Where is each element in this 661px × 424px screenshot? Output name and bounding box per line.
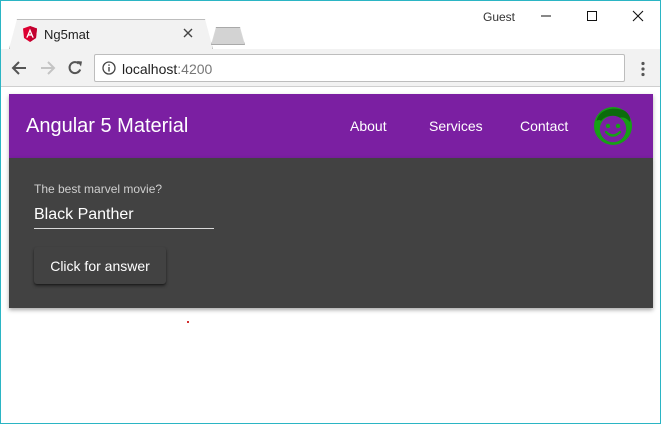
kebab-menu-icon	[641, 61, 645, 77]
reload-button[interactable]	[64, 57, 86, 79]
tab-close-icon[interactable]	[181, 25, 195, 41]
info-icon[interactable]	[102, 61, 116, 75]
new-tab-button[interactable]	[212, 28, 244, 44]
nav-link-services[interactable]: Services	[429, 118, 483, 134]
movie-input[interactable]	[34, 201, 214, 229]
page-viewport: Angular 5 Material About Services Contac…	[1, 88, 660, 423]
close-window-button[interactable]	[615, 3, 660, 29]
tab-title: Ng5mat	[44, 27, 90, 42]
url-text[interactable]: localhost:4200	[122, 61, 212, 77]
close-icon	[632, 10, 644, 22]
address-bar[interactable]: localhost:4200	[94, 54, 625, 82]
minimize-button[interactable]	[523, 3, 569, 29]
back-button[interactable]	[8, 57, 30, 79]
browser-menu-button[interactable]	[633, 58, 653, 80]
app-toolbar: Angular 5 Material About Services Contac…	[9, 94, 653, 158]
browser-window: Ng5mat Guest localhost:4200 Angular 5 Ma…	[0, 0, 661, 424]
minimize-icon	[541, 15, 551, 17]
reload-icon	[68, 61, 82, 75]
maximize-icon	[587, 11, 597, 21]
nav-link-about[interactable]: About	[350, 118, 387, 134]
profile-label[interactable]: Guest	[483, 10, 515, 24]
title-bar: Ng5mat Guest	[1, 1, 660, 50]
forward-button[interactable]	[37, 57, 59, 79]
answer-button[interactable]: Click for answer	[34, 247, 166, 284]
question-card: The best marvel movie? Click for answer	[9, 158, 653, 308]
maximize-button[interactable]	[569, 3, 615, 29]
smiley-face-icon[interactable]	[592, 105, 634, 147]
url-port: :4200	[177, 61, 213, 77]
app-title: Angular 5 Material	[26, 115, 189, 137]
nav-link-contact[interactable]: Contact	[520, 118, 568, 134]
arrow-right-icon	[41, 61, 56, 75]
angular-logo-icon	[23, 26, 37, 42]
browser-toolbar: localhost:4200	[1, 49, 660, 87]
arrow-left-icon	[11, 61, 26, 75]
movie-field-label: The best marvel movie?	[34, 182, 163, 196]
stray-pixel	[187, 321, 189, 323]
url-host: localhost	[122, 61, 178, 77]
